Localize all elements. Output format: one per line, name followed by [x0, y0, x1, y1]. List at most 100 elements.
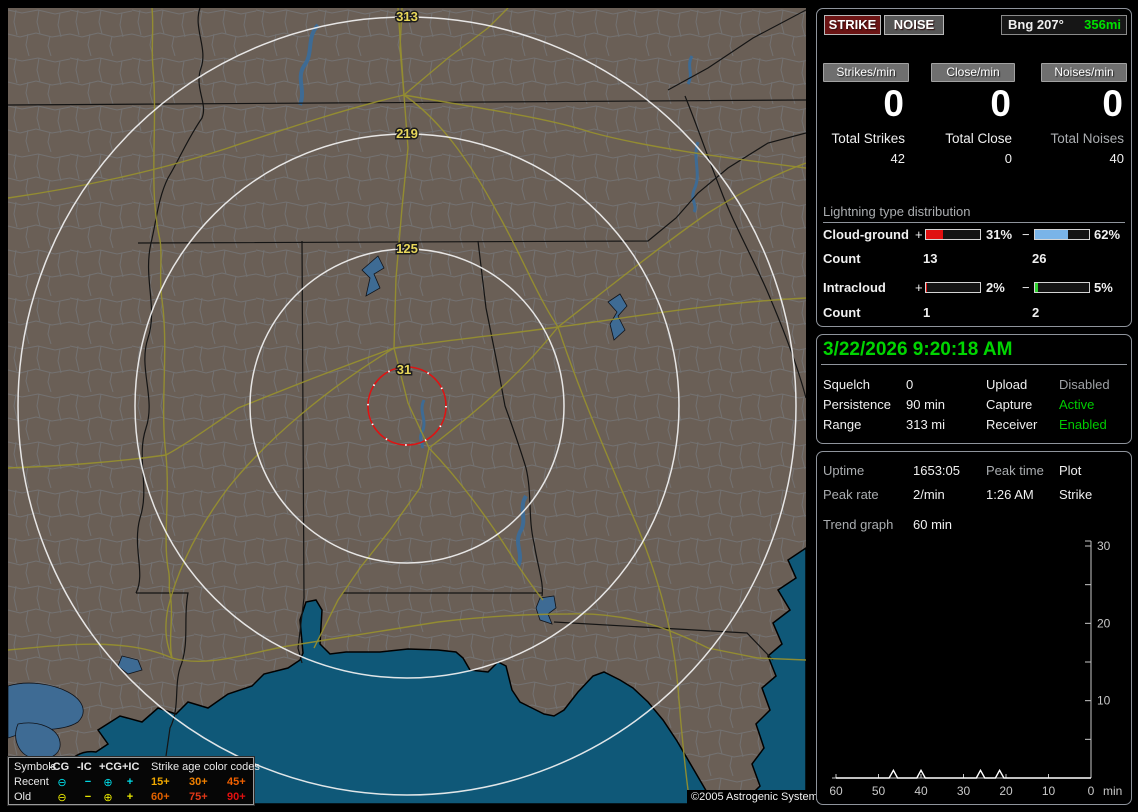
ic-plus-count: 1: [923, 305, 931, 320]
peak-rate-label: Peak rate: [823, 487, 879, 502]
cg-minus-count: 26: [1032, 251, 1047, 266]
noises-rate-value: 0: [1102, 83, 1123, 124]
svg-text:20: 20: [999, 784, 1013, 798]
ic-minus-count: 2: [1032, 305, 1040, 320]
total-strikes-value: 42: [890, 151, 905, 166]
bearing-readout: Bng 207° 356mi: [1001, 15, 1127, 35]
legend-row-recent-label: Recent: [14, 776, 49, 788]
persistence-label: Persistence: [823, 397, 891, 412]
capture-label: Capture: [986, 397, 1033, 412]
pos-cg-old-icon: ⊕: [103, 792, 113, 804]
app-window: 313 219 125 31 Symbols -CG -IC +CG +IC S…: [0, 0, 1138, 812]
svg-text:40: 40: [914, 784, 928, 798]
legend-col-neg-cg: -CG: [49, 761, 70, 773]
ic-plus-sign: +: [915, 280, 923, 295]
total-noises-value: 40: [1109, 151, 1124, 166]
cg-minus-pct: 62%: [1094, 227, 1121, 242]
range-value: 313 mi: [906, 417, 946, 432]
legend-col-pos-ic: +IC: [122, 761, 140, 773]
age-30: 30+: [189, 776, 208, 788]
ic-minus-sign: −: [1022, 280, 1030, 295]
datetime-display: 3/22/2026 9:20:18 AM: [823, 339, 1013, 360]
cg-plus-pct: 31%: [986, 227, 1013, 242]
trend-window-value: 60 min: [913, 517, 953, 532]
pos-cg-recent-icon: ⊕: [103, 777, 113, 789]
peak-rate-value: 2/min: [913, 487, 945, 502]
total-noises-label: Total Noises: [1050, 131, 1124, 146]
total-strikes-label: Total Strikes: [831, 131, 905, 146]
receiver-status: Enabled: [1059, 417, 1107, 432]
cg-minus-bar: [1034, 229, 1090, 240]
total-close-value: 0: [1004, 151, 1012, 166]
copyright-text: ©2005 Astrogenic Systems: [687, 790, 828, 804]
neg-cg-recent-icon: ⊖: [57, 777, 67, 789]
status-panel: 3/22/2026 9:20:18 AM Squelch 0 Upload Di…: [816, 334, 1132, 444]
svg-text:60: 60: [829, 784, 843, 798]
strikes-per-min-chip[interactable]: Strikes/min: [823, 63, 909, 82]
cg-plus-count: 13: [923, 251, 938, 266]
pos-ic-old-icon: +: [126, 791, 134, 803]
svg-text:50: 50: [872, 784, 886, 798]
peak-time-label: Peak time: [986, 463, 1044, 478]
svg-text:10: 10: [1042, 784, 1056, 798]
svg-text:0: 0: [1088, 784, 1095, 798]
strikes-rate-value: 0: [883, 83, 904, 124]
total-close-label: Total Close: [945, 131, 1012, 146]
squelch-label: Squelch: [823, 377, 870, 392]
ic-plus-bar: [925, 282, 981, 293]
strike-mode-button[interactable]: STRIKE: [824, 15, 881, 35]
map-svg: 313 219 125 31: [7, 8, 807, 805]
neg-ic-recent-icon: −: [84, 776, 92, 788]
ic-minus-pct: 5%: [1094, 280, 1113, 295]
status-divider: [821, 364, 1127, 365]
legend-col-neg-ic: -IC: [77, 761, 92, 773]
age-75: 75+: [189, 791, 208, 803]
range-label: Range: [823, 417, 862, 432]
legend-col-pos-cg: +CG: [99, 761, 122, 773]
svg-text:10: 10: [1097, 694, 1111, 708]
map-canvas[interactable]: 313 219 125 31: [7, 8, 807, 805]
svg-text:30: 30: [957, 784, 971, 798]
plot-mode-value: Strike: [1059, 487, 1093, 502]
squelch-value: 0: [906, 377, 914, 392]
cloud-ground-label: Cloud-ground: [823, 227, 909, 242]
strike-symbol-legend: Symbols -CG -IC +CG +IC Strike age color…: [7, 756, 260, 806]
cg-plus-bar: [925, 229, 981, 240]
legend-row-old-label: Old: [14, 791, 32, 803]
close-per-min-chip[interactable]: Close/min: [931, 63, 1015, 82]
noise-mode-button[interactable]: NOISE: [884, 15, 944, 35]
age-45: 45+: [227, 776, 246, 788]
neg-cg-old-icon: ⊖: [57, 792, 67, 804]
upload-label: Upload: [986, 377, 1028, 392]
trend-graph-label: Trend graph: [823, 517, 894, 532]
trend-chart: 10 20 30 60 50 40 30 20 10 0 min: [829, 539, 1122, 798]
ic-count-label: Count: [823, 305, 861, 320]
svg-text:30: 30: [1097, 539, 1111, 553]
distribution-title: Lightning type distribution: [823, 204, 971, 219]
pos-ic-recent-icon: +: [126, 776, 134, 788]
svg-text:20: 20: [1097, 616, 1111, 630]
intracloud-label: Intracloud: [823, 280, 886, 295]
ic-minus-bar: [1034, 282, 1090, 293]
upload-status: Disabled: [1059, 377, 1110, 392]
trend-panel: Uptime 1653:05 Peak time Plot Peak rate …: [816, 451, 1132, 805]
peak-time-value: 1:26 AM: [986, 487, 1034, 502]
ring-label-125: 125: [396, 241, 418, 256]
close-rate-value: 0: [990, 83, 1011, 124]
persistence-value: 90 min: [906, 397, 946, 412]
bearing-distance: 356mi: [1084, 17, 1121, 32]
age-15: 15+: [151, 776, 170, 788]
legend-age-header: Strike age color codes: [151, 761, 260, 773]
ring-label-219: 219: [396, 126, 418, 141]
neg-ic-old-icon: −: [84, 791, 92, 803]
receiver-label: Receiver: [986, 417, 1038, 432]
cg-minus-sign: −: [1022, 227, 1030, 242]
plot-label: Plot: [1059, 463, 1082, 478]
age-60: 60+: [151, 791, 170, 803]
uptime-value: 1653:05: [913, 463, 960, 478]
capture-status: Active: [1059, 397, 1095, 412]
ring-label-31: 31: [397, 362, 411, 377]
age-90: 90+: [227, 791, 246, 803]
noises-per-min-chip[interactable]: Noises/min: [1041, 63, 1127, 82]
ic-plus-pct: 2%: [986, 280, 1005, 295]
